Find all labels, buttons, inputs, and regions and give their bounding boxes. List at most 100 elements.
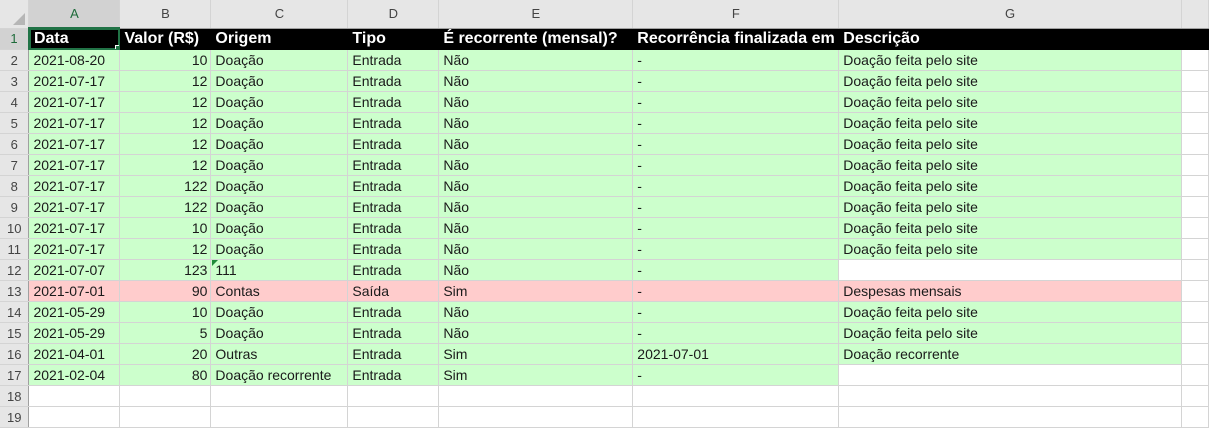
column-header-c[interactable]: C xyxy=(210,0,349,29)
row-header-2[interactable]: 2 xyxy=(0,49,30,71)
empty-cell[interactable] xyxy=(438,385,634,407)
cell-a4[interactable]: 2021-07-17 xyxy=(28,91,121,113)
empty-cell[interactable] xyxy=(1181,364,1209,386)
empty-cell[interactable] xyxy=(1181,196,1209,218)
empty-cell[interactable] xyxy=(1181,322,1209,344)
cell-d7[interactable]: Entrada xyxy=(347,154,440,176)
cell-grid[interactable]: A B C D E F G 1 Data Valor (R$) Origem Tipo É… xyxy=(0,0,1209,428)
row-header-4[interactable]: 4 xyxy=(0,91,30,113)
cell-a10[interactable]: 2021-07-17 xyxy=(28,217,121,239)
empty-cell[interactable] xyxy=(1181,259,1209,281)
empty-cell[interactable] xyxy=(119,385,212,407)
cell-b8[interactable]: 122 xyxy=(119,175,212,197)
cell-c3[interactable]: Doação xyxy=(210,70,349,92)
cell-f14[interactable]: - xyxy=(632,301,840,323)
cell-f4[interactable]: - xyxy=(632,91,840,113)
cell-d15[interactable]: Entrada xyxy=(347,322,440,344)
cell-f8[interactable]: - xyxy=(632,175,840,197)
empty-cell[interactable] xyxy=(1181,70,1209,92)
empty-cell[interactable] xyxy=(1181,280,1209,302)
empty-cell[interactable] xyxy=(119,406,212,428)
empty-cell[interactable] xyxy=(1181,133,1209,155)
cell-e9[interactable]: Não xyxy=(438,196,634,218)
empty-cell[interactable] xyxy=(1181,112,1209,134)
empty-cell[interactable] xyxy=(1181,154,1209,176)
row-header-14[interactable]: 14 xyxy=(0,301,30,323)
empty-cell[interactable] xyxy=(210,406,349,428)
cell-e6[interactable]: Não xyxy=(438,133,634,155)
cell-b17[interactable]: 80 xyxy=(119,364,212,386)
cell-f16[interactable]: 2021-07-01 xyxy=(632,343,840,365)
cell-f7[interactable]: - xyxy=(632,154,840,176)
cell-c6[interactable]: Doação xyxy=(210,133,349,155)
column-header-f[interactable]: F xyxy=(632,0,840,29)
empty-cell[interactable] xyxy=(1181,301,1209,323)
row-header-18[interactable]: 18 xyxy=(0,385,30,407)
spreadsheet-grid[interactable]: A B C D E F G 1 Data Valor (R$) Origem Tipo É… xyxy=(0,0,1209,428)
empty-cell[interactable] xyxy=(1181,406,1209,428)
cell-g17[interactable] xyxy=(838,364,1182,386)
row-header-10[interactable]: 10 xyxy=(0,217,30,239)
row-header-16[interactable]: 16 xyxy=(0,343,30,365)
empty-cell[interactable] xyxy=(28,406,121,428)
cell-f6[interactable]: - xyxy=(632,133,840,155)
cell-g3[interactable]: Doação feita pelo site xyxy=(838,70,1182,92)
cell-c7[interactable]: Doação xyxy=(210,154,349,176)
column-header-d[interactable]: D xyxy=(347,0,440,29)
cell-a12[interactable]: 2021-07-07 xyxy=(28,259,121,281)
empty-cell[interactable] xyxy=(1181,217,1209,239)
cell-b3[interactable]: 12 xyxy=(119,70,212,92)
cell-a2[interactable]: 2021-08-20 xyxy=(28,49,121,71)
error-indicator-icon[interactable] xyxy=(212,260,219,266)
cell-f9[interactable]: - xyxy=(632,196,840,218)
header-cell-b[interactable]: Valor (R$) xyxy=(119,28,212,50)
cell-a3[interactable]: 2021-07-17 xyxy=(28,70,121,92)
cell-f5[interactable]: - xyxy=(632,112,840,134)
cell-g9[interactable]: Doação feita pelo site xyxy=(838,196,1182,218)
cell-f2[interactable]: - xyxy=(632,49,840,71)
cell-a15[interactable]: 2021-05-29 xyxy=(28,322,121,344)
empty-cell[interactable] xyxy=(210,385,349,407)
cell-b11[interactable]: 12 xyxy=(119,238,212,260)
empty-cell[interactable] xyxy=(1181,28,1209,50)
cell-c14[interactable]: Doação xyxy=(210,301,349,323)
cell-b14[interactable]: 10 xyxy=(119,301,212,323)
cell-d11[interactable]: Entrada xyxy=(347,238,440,260)
column-header-e[interactable]: E xyxy=(438,0,634,29)
cell-a16[interactable]: 2021-04-01 xyxy=(28,343,121,365)
cell-f12[interactable]: - xyxy=(632,259,840,281)
row-header-1[interactable]: 1 xyxy=(0,28,30,50)
column-header-b[interactable]: B xyxy=(119,0,212,29)
header-cell-f[interactable]: Recorrência finalizada em xyxy=(632,28,840,50)
cell-a11[interactable]: 2021-07-17 xyxy=(28,238,121,260)
header-cell-e[interactable]: É recorrente (mensal)? xyxy=(438,28,634,50)
cell-a9[interactable]: 2021-07-17 xyxy=(28,196,121,218)
row-header-12[interactable]: 12 xyxy=(0,259,30,281)
cell-d6[interactable]: Entrada xyxy=(347,133,440,155)
select-all-corner[interactable] xyxy=(0,0,30,29)
cell-a7[interactable]: 2021-07-17 xyxy=(28,154,121,176)
empty-cell[interactable] xyxy=(438,406,634,428)
cell-e12[interactable]: Não xyxy=(438,259,634,281)
column-header-g[interactable]: G xyxy=(838,0,1182,29)
cell-e7[interactable]: Não xyxy=(438,154,634,176)
empty-cell[interactable] xyxy=(1181,385,1209,407)
cell-e2[interactable]: Não xyxy=(438,49,634,71)
empty-cell[interactable] xyxy=(28,385,121,407)
cell-d4[interactable]: Entrada xyxy=(347,91,440,113)
row-header-13[interactable]: 13 xyxy=(0,280,30,302)
cell-c13[interactable]: Contas xyxy=(210,280,349,302)
cell-e3[interactable]: Não xyxy=(438,70,634,92)
header-cell-c[interactable]: Origem xyxy=(210,28,349,50)
empty-cell[interactable] xyxy=(838,385,1182,407)
cell-g10[interactable]: Doação feita pelo site xyxy=(838,217,1182,239)
cell-g6[interactable]: Doação feita pelo site xyxy=(838,133,1182,155)
cell-f17[interactable]: - xyxy=(632,364,840,386)
cell-c11[interactable]: Doação xyxy=(210,238,349,260)
cell-g14[interactable]: Doação feita pelo site xyxy=(838,301,1182,323)
cell-b15[interactable]: 5 xyxy=(119,322,212,344)
cell-d9[interactable]: Entrada xyxy=(347,196,440,218)
cell-b7[interactable]: 12 xyxy=(119,154,212,176)
cell-e16[interactable]: Sim xyxy=(438,343,634,365)
row-header-6[interactable]: 6 xyxy=(0,133,30,155)
